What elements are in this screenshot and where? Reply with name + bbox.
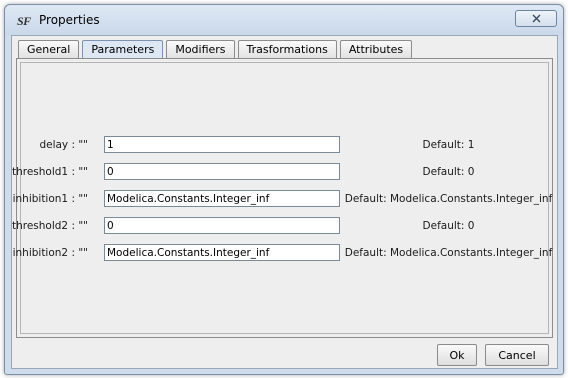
parameter-row-threshold2: threshold2 : "" Default: 0 [12,217,548,236]
button-bar: Ok Cancel [12,341,557,369]
close-x-icon [532,14,540,23]
tab-modifiers[interactable]: Modifiers [166,40,235,58]
parameter-default-threshold2: Default: 0 [422,220,475,232]
parameter-row-threshold1: threshold1 : "" Default: 0 [12,163,548,182]
parameter-row-inhibition2: inhibition2 : "" Default: Modelica.Const… [13,244,552,263]
parameter-label-inhibition1: inhibition1 : "" [12,193,88,205]
tab-trasformations[interactable]: Trasformations [237,40,337,58]
parameter-label-inhibition2: inhibition2 : "" [12,247,88,259]
tab-parameters[interactable]: Parameters [82,40,164,58]
parameter-default-inhibition1: Default: Modelica.Constants.Integer_inf [344,193,553,205]
parameter-default-inhibition2: Default: Modelica.Constants.Integer_inf [344,247,553,259]
cancel-button[interactable]: Cancel [485,344,549,366]
close-button[interactable] [515,10,557,27]
threshold2-input[interactable] [104,217,340,234]
window-title: Properties [39,13,100,27]
threshold1-input[interactable] [104,163,340,180]
parameter-default-delay: Default: 1 [422,139,475,151]
parameter-label-delay: delay : "" [39,139,88,151]
inhibition1-input[interactable] [104,190,340,207]
tab-attributes[interactable]: Attributes [339,40,413,58]
tab-bar: General Parameters Modifiers Trasformati… [18,40,415,58]
dialog-content: General Parameters Modifiers Trasformati… [11,35,558,369]
inhibition2-input[interactable] [104,244,340,261]
app-logo: SF [17,14,31,28]
parameter-row-inhibition1: inhibition1 : "" Default: Modelica.Const… [13,190,552,209]
parameter-row-delay: delay : "" Default: 1 [21,136,548,155]
parameters-list: delay : "" Default: 1 threshold1 : "" De… [12,62,552,334]
delay-input[interactable] [104,136,340,153]
properties-dialog: SF Properties General Parameters Modifie… [4,4,564,375]
parameters-panel: delay : "" Default: 1 threshold1 : "" De… [12,58,553,338]
parameter-label-threshold2: threshold2 : "" [11,220,88,232]
parameter-label-threshold1: threshold1 : "" [11,166,88,178]
ok-button[interactable]: Ok [437,344,477,366]
title-bar[interactable]: SF Properties [5,5,563,35]
parameter-default-threshold1: Default: 0 [422,166,475,178]
tab-general[interactable]: General [18,40,80,58]
